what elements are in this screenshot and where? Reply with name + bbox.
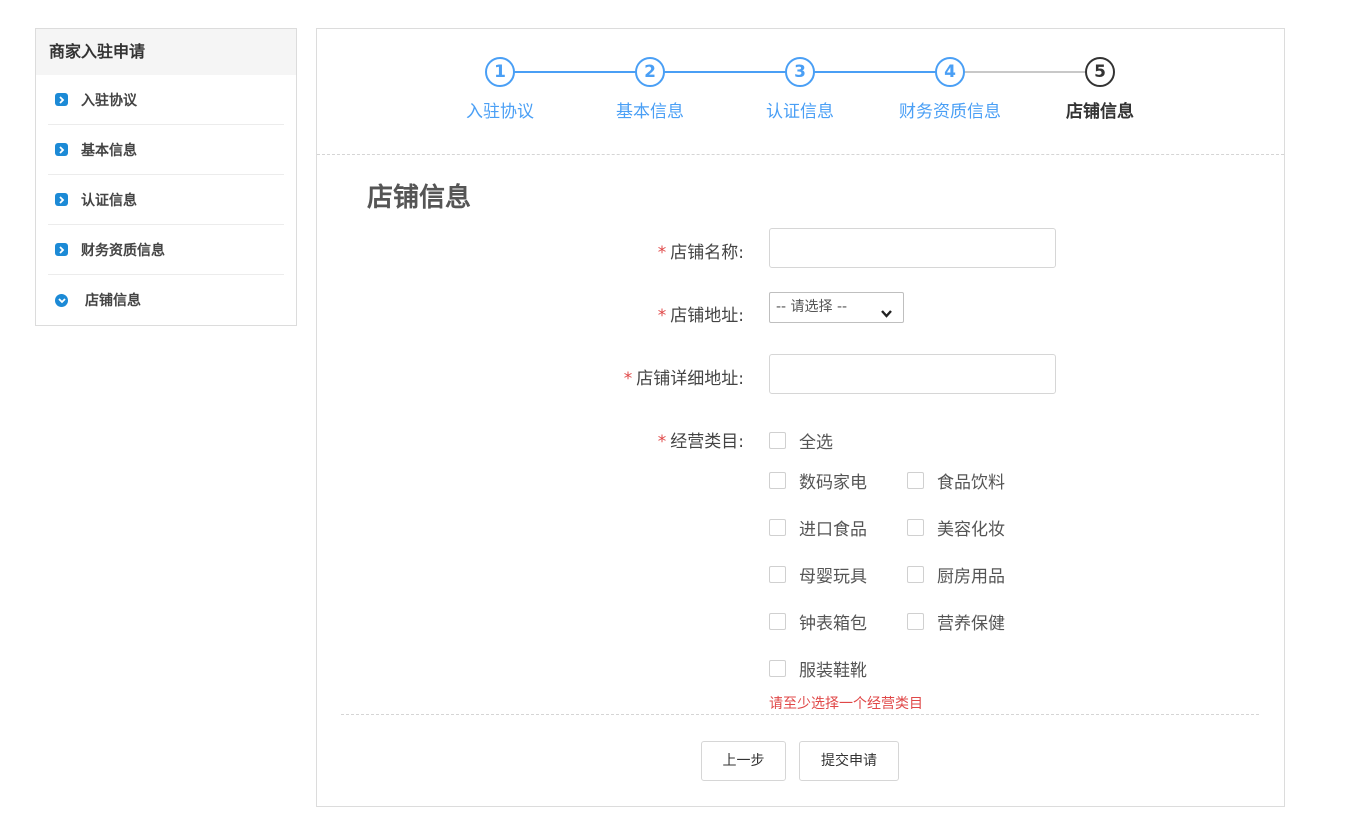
checkbox-label: 美容化妆 (937, 520, 1005, 540)
checkbox-label: 服装鞋靴 (799, 661, 867, 681)
checkbox-box[interactable] (907, 472, 924, 489)
shop-address-select[interactable]: -- 请选择 -- (769, 292, 904, 323)
sidebar-item-label: 认证信息 (81, 192, 137, 209)
checkbox-label: 厨房用品 (937, 567, 1005, 587)
checkbox-label: 钟表箱包 (799, 614, 867, 634)
checkbox-box[interactable] (769, 660, 786, 677)
label-text: 经营类目: (670, 432, 744, 452)
progress-stepper: 1 入驻协议 2 基本信息 3 认证信息 4 财务资质信息 5 店铺信息 (317, 29, 1284, 155)
category-checkbox[interactable]: 美容化妆 (907, 515, 1005, 540)
sidebar-item-finance[interactable]: 财务资质信息 (48, 225, 284, 275)
checkbox-label: 食品饮料 (937, 473, 1005, 493)
step-agreement: 1 入驻协议 (440, 57, 560, 122)
chevron-right-icon (55, 193, 68, 206)
checkbox-box[interactable] (907, 566, 924, 583)
step-certification: 3 认证信息 (740, 57, 860, 122)
main-panel: 1 入驻协议 2 基本信息 3 认证信息 4 财务资质信息 5 店铺信息 店铺信… (316, 28, 1285, 807)
category-checkbox[interactable]: 进口食品 (769, 515, 867, 540)
sidebar-list: 入驻协议 基本信息 认证信息 财务资质信息 店铺信息 (36, 75, 296, 325)
checkbox-box[interactable] (907, 613, 924, 630)
step-label: 店铺信息 (1066, 102, 1134, 122)
prev-step-button[interactable]: 上一步 (701, 741, 786, 781)
step-label: 入驻协议 (466, 102, 534, 122)
shop-address-label: * 店铺地址: (658, 301, 744, 326)
category-label: * 经营类目: (658, 427, 744, 452)
checkbox-label: 全选 (799, 433, 833, 453)
chevron-down-icon (55, 293, 68, 307)
shop-name-input[interactable] (769, 228, 1056, 268)
checkbox-box[interactable] (769, 566, 786, 583)
category-checkbox[interactable]: 钟表箱包 (769, 609, 867, 634)
shop-name-label: * 店铺名称: (658, 238, 744, 263)
required-mark: * (657, 432, 667, 452)
step-number: 1 (485, 57, 515, 87)
category-checkbox[interactable]: 厨房用品 (907, 562, 1005, 587)
checkbox-label: 母婴玩具 (799, 567, 867, 587)
chevron-right-icon (55, 243, 68, 256)
shop-detail-address-input[interactable] (769, 354, 1056, 394)
sidebar-title: 商家入驻申请 (36, 29, 296, 75)
shop-detail-address-label: * 店铺详细地址: (624, 364, 744, 389)
checkbox-box[interactable] (769, 613, 786, 630)
category-checkbox[interactable]: 数码家电 (769, 468, 867, 493)
sidebar-item-label: 财务资质信息 (81, 242, 165, 259)
category-checkbox[interactable]: 母婴玩具 (769, 562, 867, 587)
required-mark: * (657, 243, 667, 263)
label-text: 店铺名称: (670, 243, 744, 263)
sidebar-item-label: 店铺信息 (85, 293, 141, 309)
sidebar-item-basic-info[interactable]: 基本信息 (48, 125, 284, 175)
step-label: 认证信息 (766, 102, 834, 122)
select-all-checkbox[interactable]: 全选 (769, 428, 833, 453)
checkbox-label: 数码家电 (799, 473, 867, 493)
divider (341, 714, 1259, 715)
page-title: 店铺信息 (367, 183, 472, 213)
step-shop-info: 5 店铺信息 (1040, 57, 1160, 122)
step-number: 3 (785, 57, 815, 87)
step-basic-info: 2 基本信息 (590, 57, 710, 122)
sidebar: 商家入驻申请 入驻协议 基本信息 认证信息 财务资质信息 店铺信息 (35, 28, 297, 326)
select-value: -- 请选择 -- (776, 299, 848, 315)
checkbox-label: 营养保健 (937, 614, 1005, 634)
sidebar-item-shop-info[interactable]: 店铺信息 (48, 275, 284, 325)
sidebar-item-agreement[interactable]: 入驻协议 (48, 75, 284, 125)
chevron-right-icon (55, 93, 68, 106)
label-text: 店铺地址: (670, 306, 744, 326)
step-finance: 4 财务资质信息 (890, 57, 1010, 122)
checkbox-box[interactable] (769, 432, 786, 449)
category-checkbox[interactable]: 营养保健 (907, 609, 1005, 634)
label-text: 店铺详细地址: (636, 369, 744, 389)
sidebar-item-certification[interactable]: 认证信息 (48, 175, 284, 225)
chevron-down-icon (880, 301, 893, 330)
category-error-message: 请至少选择一个经营类目 (769, 696, 923, 712)
step-label: 财务资质信息 (899, 102, 1001, 122)
step-label: 基本信息 (616, 102, 684, 122)
step-number: 4 (935, 57, 965, 87)
category-checkbox[interactable]: 食品饮料 (907, 468, 1005, 493)
checkbox-box[interactable] (769, 519, 786, 536)
checkbox-box[interactable] (907, 519, 924, 536)
category-checkbox[interactable]: 服装鞋靴 (769, 656, 867, 681)
sidebar-item-label: 基本信息 (81, 142, 137, 159)
step-number: 2 (635, 57, 665, 87)
sidebar-item-label: 入驻协议 (81, 92, 137, 109)
required-mark: * (657, 306, 667, 326)
step-number: 5 (1085, 57, 1115, 87)
submit-application-button[interactable]: 提交申请 (799, 741, 899, 781)
checkbox-label: 进口食品 (799, 520, 867, 540)
required-mark: * (623, 369, 633, 389)
checkbox-box[interactable] (769, 472, 786, 489)
chevron-right-icon (55, 143, 68, 156)
